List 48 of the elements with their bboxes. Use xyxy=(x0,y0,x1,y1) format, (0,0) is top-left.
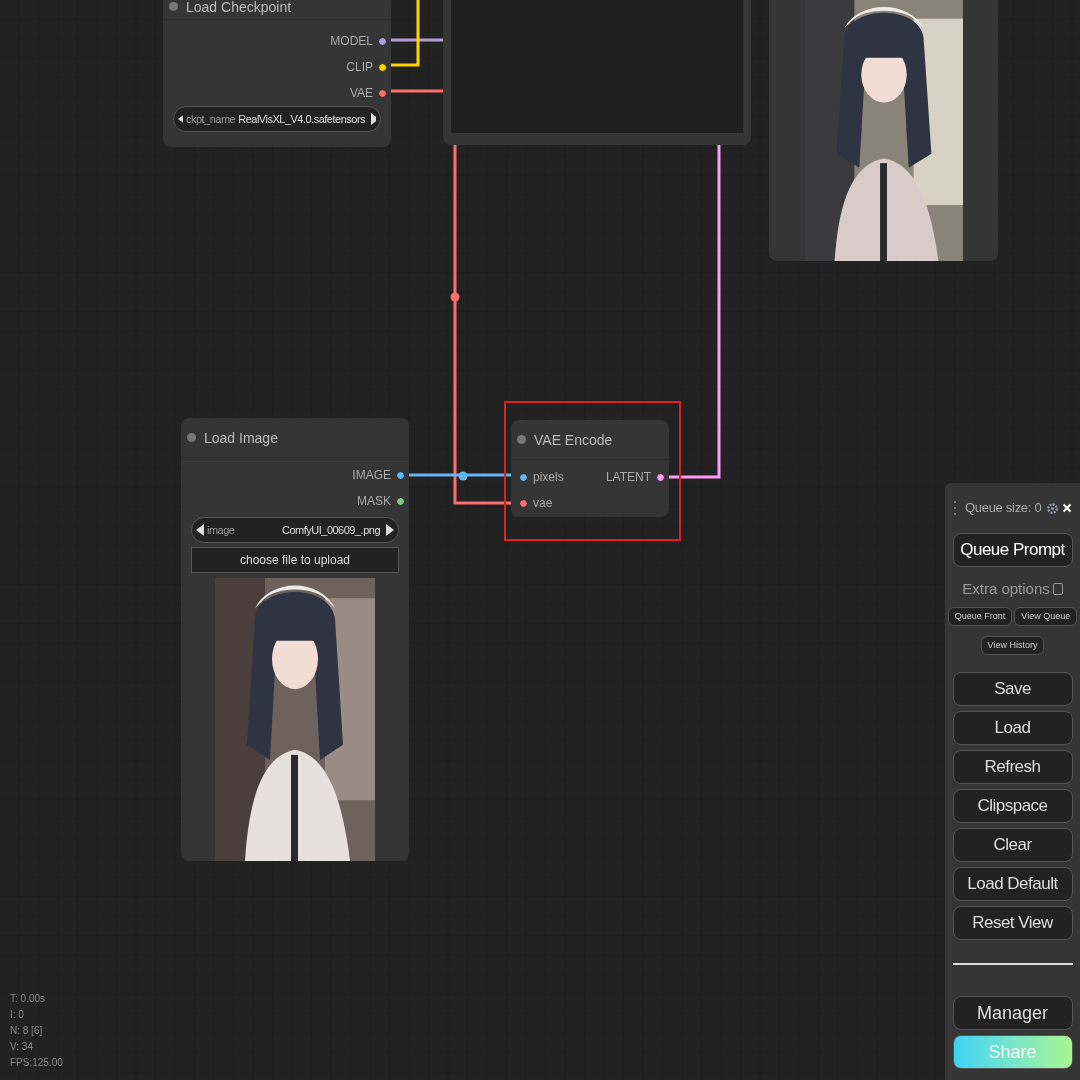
combo-widget[interactable]: image ComfyUI_00609_.png xyxy=(191,517,399,543)
node-card[interactable]: Load Image IMAGE MASK image ComfyUI_00609_.png choose file to upload xyxy=(181,418,409,861)
checkbox[interactable] xyxy=(1052,583,1063,595)
node-status-icon xyxy=(187,433,196,442)
node-title: VAE Encode xyxy=(534,432,613,447)
panel-button[interactable]: Manager xyxy=(952,996,1073,1030)
stats-text: FPS:125.00 xyxy=(10,1056,63,1070)
panel-button[interactable]: Clipspace xyxy=(952,789,1073,823)
node-status-icon xyxy=(169,2,178,11)
stats-text: V: 34 xyxy=(10,1040,34,1054)
right-arrow-icon[interactable] xyxy=(371,113,376,125)
small-button[interactable]: View History xyxy=(980,636,1045,655)
panel-button[interactable]: Clear xyxy=(952,828,1073,862)
node-status-icon xyxy=(517,435,526,444)
panel-button[interactable]: Queue Prompt xyxy=(952,533,1073,567)
extra-options-label: Extra options xyxy=(962,578,1050,599)
node-card[interactable]: Load Checkpoint MODEL CLIP VAE ckpt_name RealVisXL_V4.0.safetensors xyxy=(163,0,391,147)
slot-label: IMAGE xyxy=(352,467,391,484)
drag-handle-icon[interactable] xyxy=(953,501,957,515)
left-arrow-icon[interactable] xyxy=(196,524,204,536)
left-arrow-icon[interactable] xyxy=(178,113,183,125)
close-icon[interactable] xyxy=(1062,503,1072,513)
slot-label: MASK xyxy=(357,493,391,510)
slot-label: pixels xyxy=(533,469,564,486)
stats-text: N: 8 [6] xyxy=(10,1024,44,1038)
slot-label: vae xyxy=(533,495,553,512)
panel-button[interactable]: Load xyxy=(952,711,1073,745)
node-title: Load Image xyxy=(204,430,278,445)
panel-button[interactable]: Save xyxy=(952,672,1073,706)
wire xyxy=(389,89,443,93)
slot-label: VAE xyxy=(349,85,373,102)
combo-widget[interactable]: ckpt_name RealVisXL_V4.0.safetensors xyxy=(173,106,381,132)
panel-button[interactable]: Refresh xyxy=(952,750,1073,784)
stats-text: T: 0.00s xyxy=(10,992,47,1006)
slot-label: CLIP xyxy=(346,59,373,76)
stats-text: I: 0 xyxy=(10,1008,25,1022)
right-arrow-icon[interactable] xyxy=(386,524,394,536)
slot-label: LATENT xyxy=(605,469,651,486)
slot-label: MODEL xyxy=(330,33,373,50)
settings-icon[interactable] xyxy=(1047,502,1058,514)
upload-button[interactable]: choose file to upload xyxy=(191,547,399,573)
node-title: Load Checkpoint xyxy=(186,0,292,14)
small-button[interactable]: View Queue xyxy=(1014,607,1078,626)
queue-size-label: Queue size: 0 xyxy=(965,499,1042,518)
panel-button[interactable]: Reset View xyxy=(952,906,1073,940)
node-card[interactable]: VAE Encode pixels vae LATENT xyxy=(511,420,669,517)
panel-button[interactable]: Load Default xyxy=(952,867,1073,901)
small-button[interactable]: Queue Front xyxy=(947,607,1013,626)
